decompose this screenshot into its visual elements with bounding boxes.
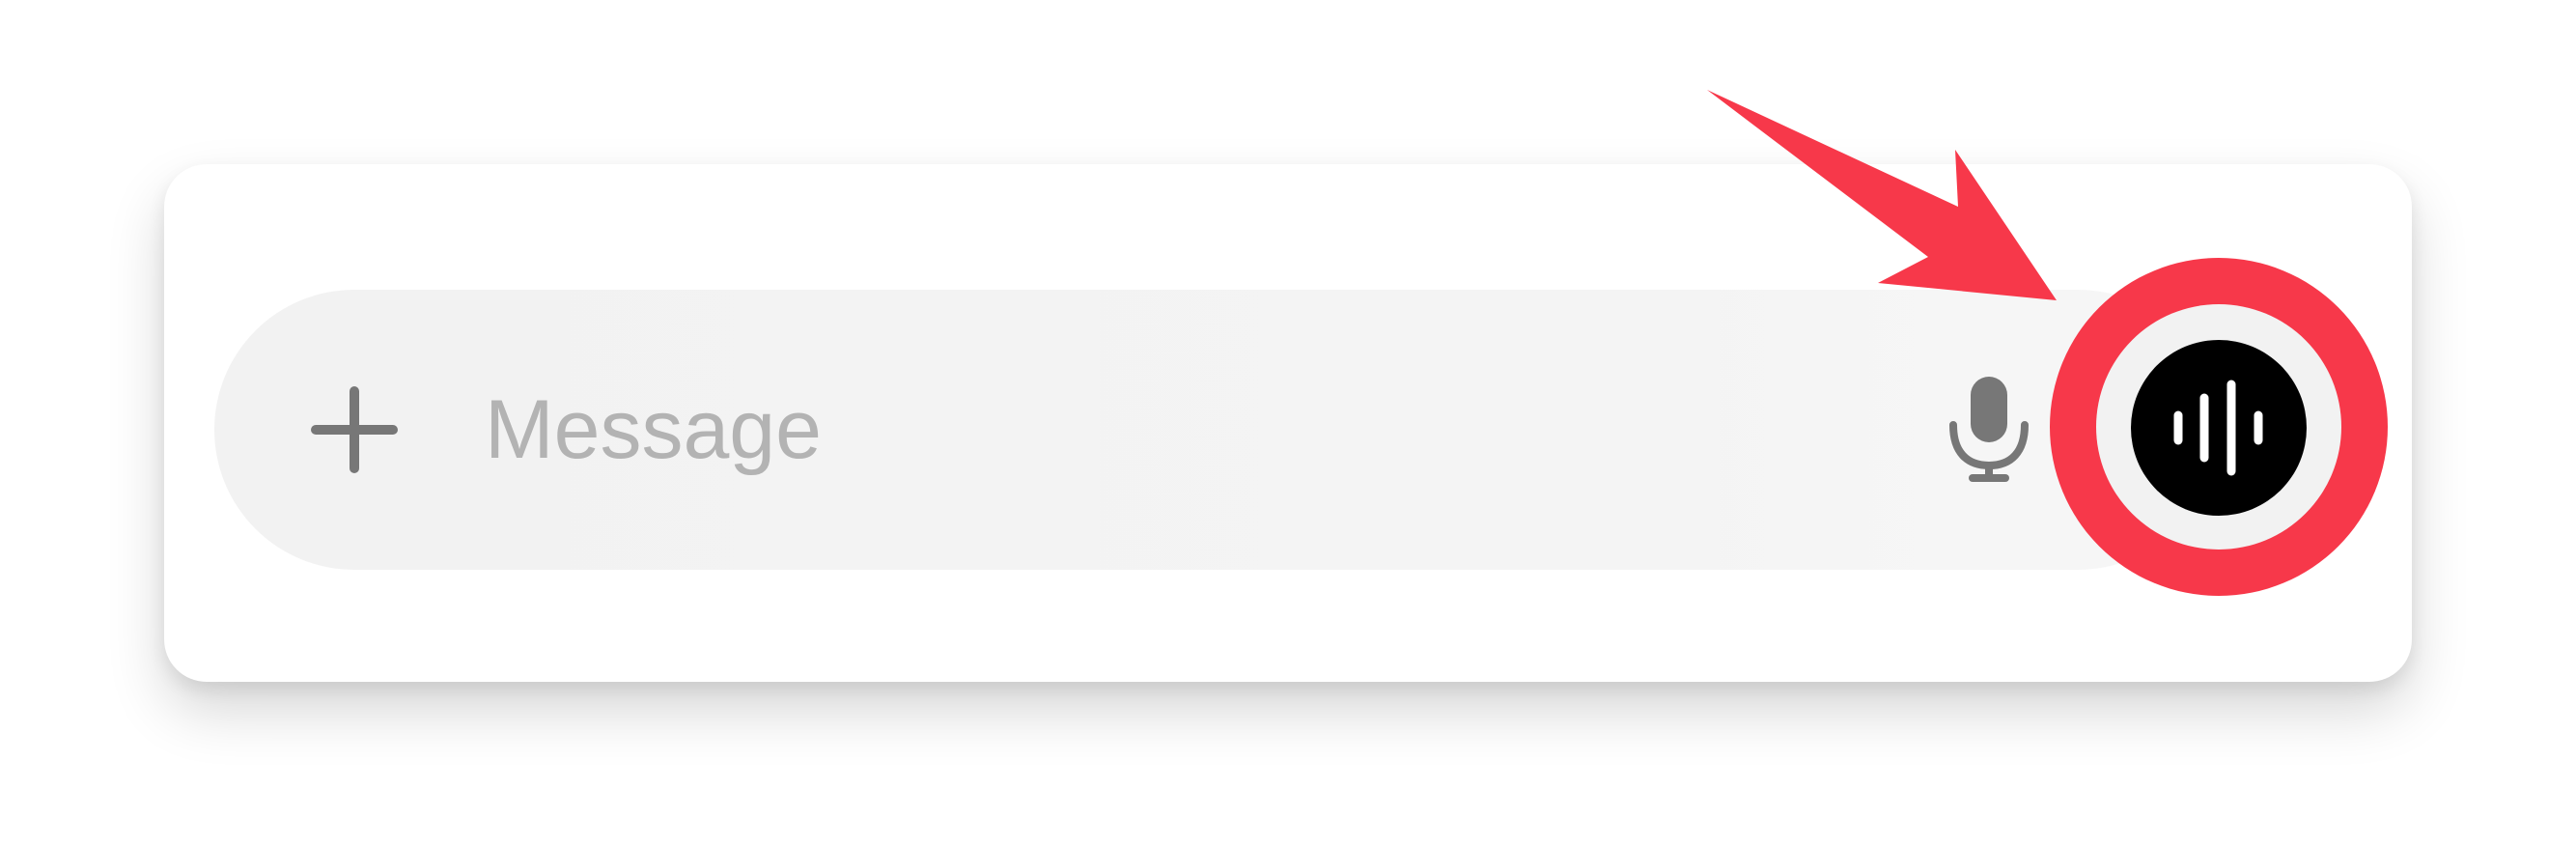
dictation-button[interactable]: [1946, 377, 2032, 483]
microphone-icon: [1949, 377, 2029, 482]
screenshot-stage: [0, 0, 2576, 846]
voice-waveform-icon: [2173, 380, 2263, 476]
add-attachment-button[interactable]: [311, 386, 398, 473]
plus-icon: [311, 386, 398, 473]
message-input[interactable]: [485, 381, 1933, 478]
voice-mode-button[interactable]: [2131, 340, 2307, 516]
message-composer: [214, 290, 2218, 570]
